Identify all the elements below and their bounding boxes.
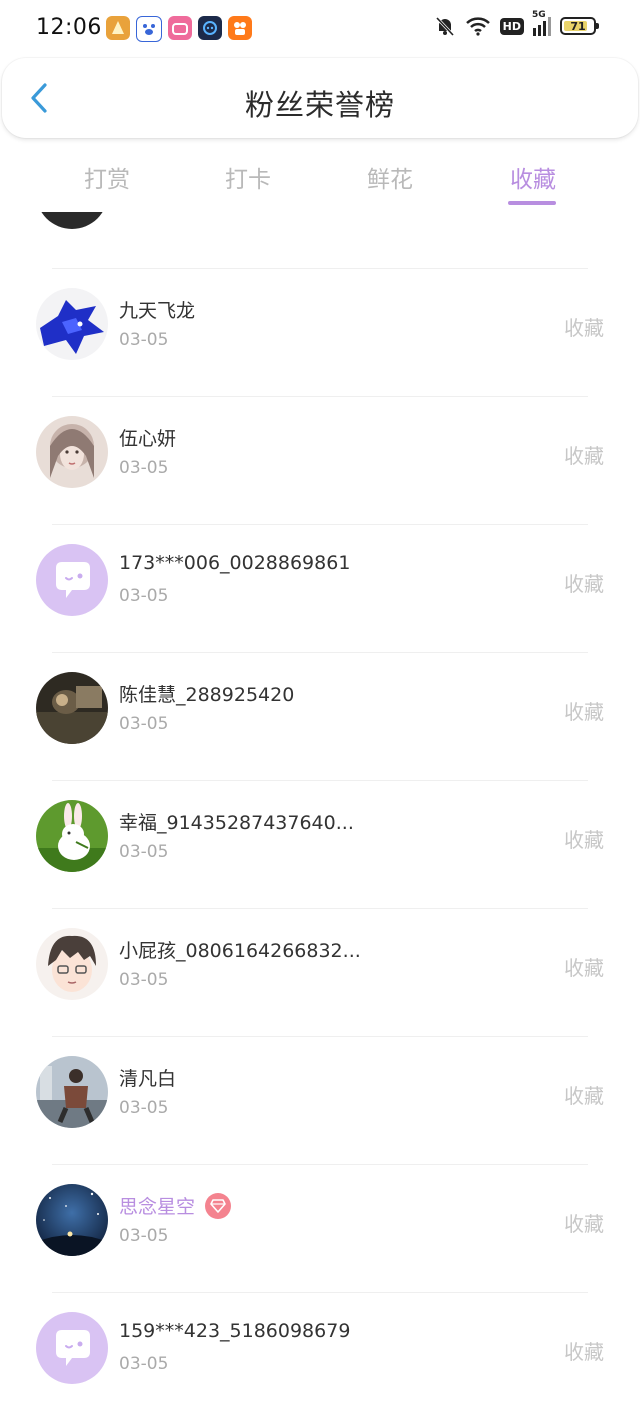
- starry-sky-avatar[interactable]: [36, 1184, 108, 1256]
- divider: [52, 268, 588, 269]
- date: 03-05: [119, 330, 169, 350]
- rabbit-avatar[interactable]: [36, 800, 108, 872]
- user-name: 清凡白: [119, 1068, 177, 1090]
- page-title: 粉丝荣誉榜: [244, 88, 395, 122]
- date: 03-05: [119, 842, 169, 862]
- favorite-label: 收藏: [564, 956, 604, 980]
- list-item[interactable]: 九天飞龙 03-05 收藏: [0, 268, 640, 396]
- user-name-text: 思念星空: [119, 1196, 196, 1218]
- kuaishou-app-icon: [228, 16, 252, 40]
- date: 03-05: [119, 586, 169, 606]
- favorite-label: 收藏: [564, 1084, 604, 1108]
- signal-icon: 5G: [532, 10, 551, 37]
- divider: [52, 396, 588, 397]
- blue-dragon-avatar[interactable]: [36, 288, 108, 360]
- user-name: 伍心妍: [119, 428, 177, 450]
- user-name: 159***423_5186098679: [119, 1320, 351, 1342]
- list-item[interactable]: 幸福_91435287437640... 03-05 收藏: [0, 780, 640, 908]
- favorite-label: 收藏: [564, 828, 604, 852]
- user-name: 思念星空: [119, 1192, 232, 1219]
- network-type-label: 5G: [532, 10, 546, 20]
- user-name: 幸福_91435287437640...: [119, 812, 354, 834]
- list-item[interactable]: 159***423_5186098679 03-05 收藏: [0, 1292, 640, 1420]
- tab-bar: 打赏 打卡 鲜花 收藏: [0, 150, 640, 210]
- default-chat-avatar[interactable]: [36, 1312, 108, 1384]
- robot-app-icon: [198, 16, 222, 40]
- divider: [52, 1292, 588, 1293]
- street-photo-avatar[interactable]: [36, 1056, 108, 1128]
- hd-icon: HD: [499, 15, 524, 37]
- cartoon-boy-avatar[interactable]: [36, 928, 108, 1000]
- user-name: 九天飞龙: [119, 300, 196, 322]
- divider: [52, 780, 588, 781]
- tab-favorites[interactable]: 收藏: [483, 160, 583, 205]
- dark-photo-avatar[interactable]: [36, 672, 108, 744]
- date: 03-05: [119, 970, 169, 990]
- user-name: 陈佳慧_288925420: [119, 684, 295, 706]
- tab-favorites-label: 收藏: [510, 167, 556, 193]
- favorite-label: 收藏: [564, 1340, 604, 1364]
- girl-drawing-avatar[interactable]: [36, 416, 108, 488]
- active-tab-indicator: [508, 201, 556, 205]
- diamond-icon: [205, 1192, 232, 1219]
- fan-list[interactable]: 九天飞龙 03-05 收藏 伍心妍 03-05 收藏 173***006_002…: [0, 212, 640, 1422]
- divider: [52, 908, 588, 909]
- status-time: 12:06: [36, 15, 102, 40]
- divider: [52, 1036, 588, 1037]
- list-item[interactable]: [0, 212, 640, 268]
- list-item[interactable]: 173***006_0028869861 03-05 收藏: [0, 524, 640, 652]
- battery-icon: 71: [560, 15, 599, 37]
- divider: [52, 652, 588, 653]
- bilibili-app-icon: [168, 16, 192, 40]
- tab-checkin[interactable]: 打卡: [198, 160, 298, 194]
- system-icons: HD 5G 71: [434, 10, 599, 37]
- favorite-label: 收藏: [564, 1212, 604, 1236]
- list-item[interactable]: 思念星空 03-05 收藏: [0, 1164, 640, 1292]
- date: 03-05: [119, 1098, 169, 1118]
- date: 03-05: [119, 1354, 169, 1374]
- list-item[interactable]: 清凡白 03-05 收藏: [0, 1036, 640, 1164]
- wifi-icon: [465, 15, 491, 37]
- notification-app-icons: [106, 16, 252, 42]
- favorite-label: 收藏: [564, 700, 604, 724]
- tab-flowers[interactable]: 鲜花: [340, 160, 440, 194]
- tab-reward[interactable]: 打赏: [57, 160, 157, 194]
- baidu-app-icon: [136, 16, 162, 42]
- game-app-icon: [106, 16, 130, 40]
- user-name: 173***006_0028869861: [119, 552, 351, 574]
- status-bar: 12:06 HD 5G 71: [0, 0, 640, 56]
- battery-level: 71: [570, 19, 586, 33]
- list-item[interactable]: 伍心妍 03-05 收藏: [0, 396, 640, 524]
- avatar: [36, 212, 108, 229]
- header: 粉丝荣誉榜: [2, 58, 638, 138]
- favorite-label: 收藏: [564, 316, 604, 340]
- divider: [52, 524, 588, 525]
- favorite-label: 收藏: [564, 572, 604, 596]
- default-chat-avatar[interactable]: [36, 544, 108, 616]
- bell-muted-icon: [434, 15, 456, 37]
- list-item[interactable]: 小屁孩_0806164266832... 03-05 收藏: [0, 908, 640, 1036]
- date: 03-05: [119, 714, 169, 734]
- user-name: 小屁孩_0806164266832...: [119, 940, 361, 962]
- favorite-label: 收藏: [564, 444, 604, 468]
- date: 03-05: [119, 458, 169, 478]
- divider: [52, 1164, 588, 1165]
- date: 03-05: [119, 1226, 169, 1246]
- list-item[interactable]: 陈佳慧_288925420 03-05 收藏: [0, 652, 640, 780]
